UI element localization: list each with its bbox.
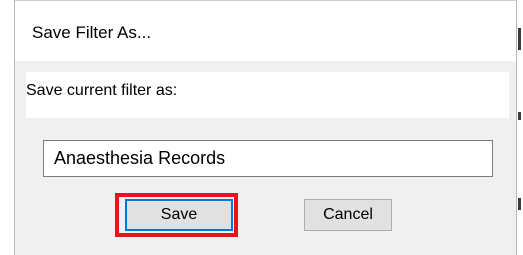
dialog-title: Save Filter As... [32, 23, 152, 42]
prompt-panel: Save current filter as: [26, 72, 509, 118]
background-window-mark [518, 28, 521, 50]
cancel-button[interactable]: Cancel [304, 199, 392, 231]
background-window-mark [518, 112, 521, 120]
dialog-titlebar[interactable]: Save Filter As... [15, 0, 516, 61]
save-button[interactable]: Save [125, 199, 233, 231]
save-filter-dialog: Save Filter As... Save current filter as… [14, 0, 517, 255]
filter-name-input[interactable] [43, 140, 493, 177]
background-window-mark [518, 198, 521, 210]
prompt-label: Save current filter as: [26, 82, 178, 99]
